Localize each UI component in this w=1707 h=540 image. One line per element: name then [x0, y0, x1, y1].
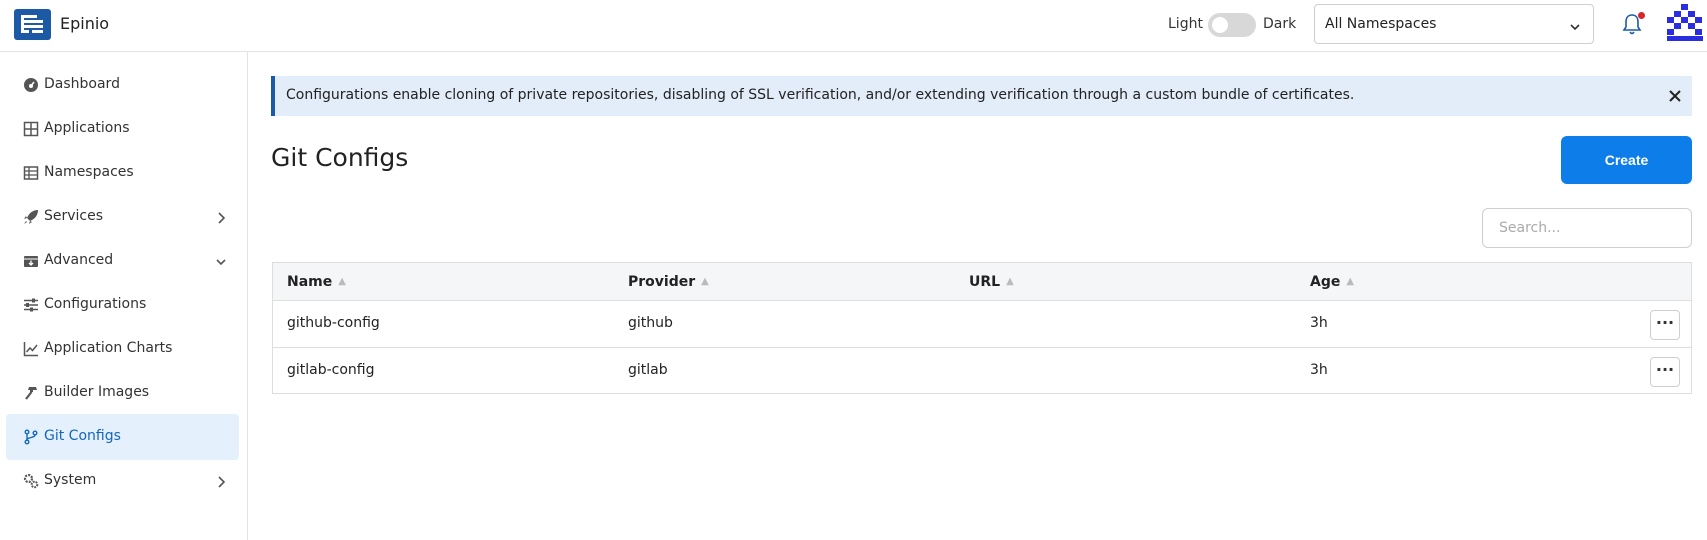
sliders-icon — [23, 297, 39, 313]
column-header-name[interactable]: Name ▲ — [287, 274, 346, 290]
git-configs-table: Name ▲ Provider ▲ URL ▲ Age ▲ github-config … — [272, 262, 1692, 394]
sidebar-item-advanced[interactable]: Advanced — [6, 238, 239, 284]
column-label: Age — [1310, 274, 1341, 290]
app-name: Epinio — [60, 14, 110, 33]
sidebar-item-dashboard[interactable]: Dashboard — [6, 62, 239, 108]
sidebar-item-label: Builder Images — [44, 384, 150, 400]
chevron-down-icon — [1569, 18, 1581, 37]
rocket-icon — [23, 209, 39, 225]
notifications-button[interactable] — [1622, 12, 1646, 38]
theme-toggle[interactable] — [1208, 13, 1256, 37]
column-label: Name — [287, 274, 333, 290]
table-icon — [23, 165, 39, 181]
sidebar-item-configurations[interactable]: Configurations — [6, 282, 239, 328]
epinio-logo[interactable] — [14, 9, 51, 40]
sidebar-item-label: Application Charts — [44, 340, 173, 356]
cell-provider: github — [628, 315, 673, 331]
row-actions-button[interactable]: ··· — [1650, 310, 1680, 340]
column-header-age[interactable]: Age ▲ — [1310, 274, 1354, 290]
page-title: Git Configs — [271, 143, 409, 172]
cell-provider: gitlab — [628, 362, 668, 378]
column-header-provider[interactable]: Provider ▲ — [628, 274, 709, 290]
sidebar-item-label: Applications — [44, 120, 130, 136]
namespace-select-value: All Namespaces — [1325, 16, 1437, 32]
sidebar-item-services[interactable]: Services — [6, 194, 239, 240]
dashboard-icon — [23, 77, 39, 93]
sort-icon: ▲ — [1006, 276, 1014, 287]
table-row[interactable]: github-config github 3h ··· — [273, 301, 1691, 348]
hammer-icon — [23, 385, 39, 401]
sidebar-item-label: Advanced — [44, 252, 114, 268]
grid-icon — [23, 121, 39, 137]
sort-icon: ▲ — [338, 276, 346, 287]
chart-line-icon — [23, 341, 39, 357]
create-button[interactable]: Create — [1561, 136, 1692, 184]
namespace-select[interactable]: All Namespaces — [1314, 4, 1594, 44]
cogs-icon — [23, 473, 39, 489]
banner-text: Configurations enable cloning of private… — [286, 87, 1355, 103]
sidebar-item-label: System — [44, 472, 97, 488]
chevron-down-icon — [215, 254, 227, 268]
sort-icon: ▲ — [1346, 276, 1355, 287]
column-header-url[interactable]: URL ▲ — [969, 274, 1014, 290]
sort-icon: ▲ — [701, 276, 709, 287]
cell-age: 3h — [1310, 315, 1328, 331]
column-label: Provider — [628, 274, 696, 290]
sidebar-item-system[interactable]: System — [6, 458, 239, 504]
sidebar-item-label: Git Configs — [44, 428, 121, 444]
sidebar-item-label: Dashboard — [44, 76, 120, 92]
git-branch-icon — [23, 429, 39, 445]
theme-toggle-knob — [1212, 17, 1228, 33]
sidebar-item-application-charts[interactable]: Application Charts — [6, 326, 239, 372]
sidebar-item-label: Services — [44, 208, 104, 224]
chevron-right-icon — [215, 210, 227, 224]
table-row[interactable]: gitlab-config gitlab 3h ··· — [273, 348, 1691, 395]
theme-dark-label: Dark — [1263, 16, 1297, 32]
top-header: Epinio Light Dark All Namespaces — [0, 0, 1707, 52]
search-input[interactable] — [1482, 208, 1692, 248]
sidebar-item-label: Namespaces — [44, 164, 134, 180]
sidebar-item-builder-images[interactable]: Builder Images — [6, 370, 239, 416]
box-icon — [23, 253, 39, 269]
sidebar-item-namespaces[interactable]: Namespaces — [6, 150, 239, 196]
info-banner: Configurations enable cloning of private… — [271, 76, 1692, 116]
cell-age: 3h — [1310, 362, 1328, 378]
close-icon[interactable] — [1666, 87, 1684, 105]
table-header: Name ▲ Provider ▲ URL ▲ Age ▲ — [273, 263, 1691, 301]
avatar[interactable] — [1666, 4, 1704, 42]
sidebar-item-label: Configurations — [44, 296, 147, 312]
notification-dot — [1638, 12, 1645, 19]
row-actions-button[interactable]: ··· — [1650, 357, 1680, 387]
sidebar-item-git-configs[interactable]: Git Configs — [6, 414, 239, 460]
cell-name[interactable]: gitlab-config — [287, 362, 375, 378]
sidebar-item-applications[interactable]: Applications — [6, 106, 239, 152]
theme-light-label: Light — [1168, 16, 1203, 32]
chevron-right-icon — [215, 474, 227, 488]
sidebar: Dashboard Applications Namespaces Servic… — [0, 52, 248, 540]
cell-name[interactable]: github-config — [287, 315, 380, 331]
column-label: URL — [969, 274, 1001, 290]
